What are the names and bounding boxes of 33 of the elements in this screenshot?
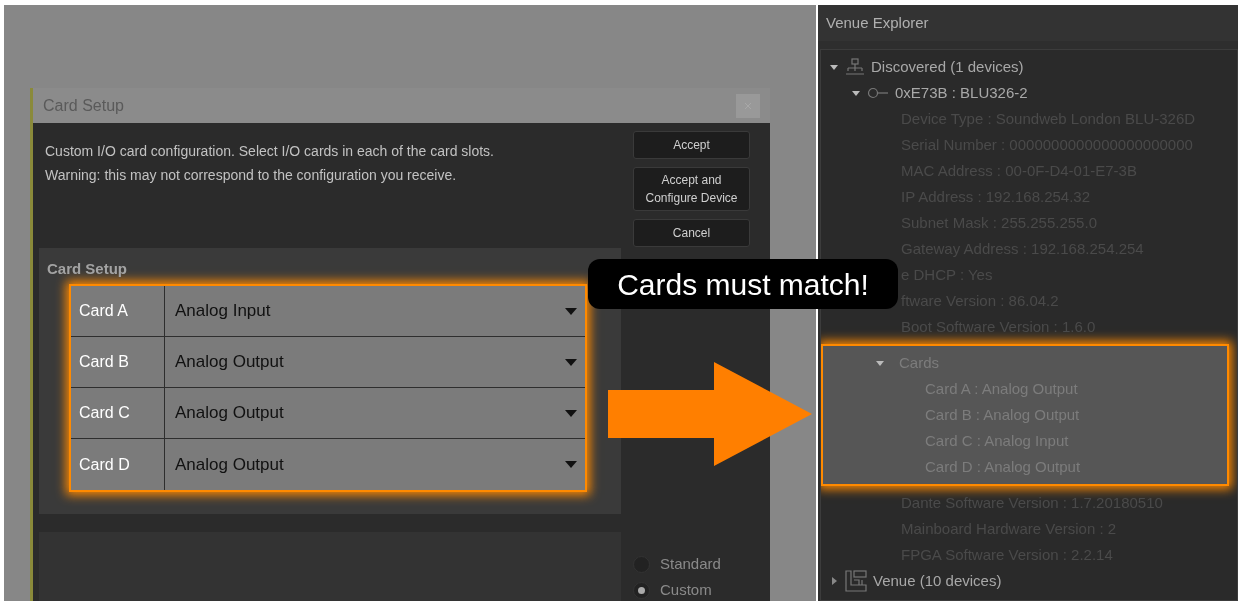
- collapse-arrow-icon[interactable]: [875, 358, 885, 368]
- message-text: Custom I/O card configuration. Select I/O cards in each of the card slots.: [45, 142, 495, 161]
- collapse-arrow-icon[interactable]: [851, 88, 861, 98]
- slot-label: Card B: [71, 337, 165, 387]
- mode-radio[interactable]: Standard: [633, 553, 721, 575]
- dialog-button[interactable]: Accept and Configure Device: [633, 167, 750, 211]
- section-title: Card Setup: [47, 259, 128, 279]
- callout: Cards must match!: [588, 259, 898, 309]
- network-icon: [845, 58, 865, 76]
- card-type-dropdown[interactable]: Analog Output: [165, 337, 585, 387]
- panel-title: Venue Explorer: [818, 5, 1238, 41]
- dialog-button[interactable]: Cancel: [633, 219, 750, 247]
- dropdown-caret-icon: [565, 358, 577, 366]
- dialog-button[interactable]: Accept: [633, 131, 750, 159]
- tree-node-label[interactable]: Discovered (1 devices): [871, 55, 1024, 79]
- dropdown-caret-icon: [565, 409, 577, 417]
- device-node-icon: [867, 87, 889, 99]
- card-type-dropdown[interactable]: Analog Output: [165, 439, 585, 490]
- dropdown-caret-icon: [565, 307, 577, 315]
- card-type-dropdown[interactable]: Analog Input: [165, 286, 585, 336]
- slot-label: Card D: [71, 439, 165, 490]
- slot-label: Card A: [71, 286, 165, 336]
- expand-arrow-icon[interactable]: [829, 576, 839, 586]
- venue-icon: [845, 570, 867, 592]
- collapse-arrow-icon[interactable]: [829, 62, 839, 72]
- mode-radio[interactable]: Custom: [633, 579, 721, 601]
- dropdown-caret-icon: [565, 461, 577, 468]
- message-text: Warning: this may not correspond to the configuration you receive.: [45, 166, 458, 185]
- tree-node-label[interactable]: 0xE73B : BLU326-2: [895, 81, 1028, 105]
- slot-label: Card C: [71, 388, 165, 438]
- tree-node-label[interactable]: Venue (10 devices): [873, 569, 1002, 593]
- card-type-dropdown[interactable]: Analog Output: [165, 388, 585, 438]
- arrow-icon: [608, 362, 813, 466]
